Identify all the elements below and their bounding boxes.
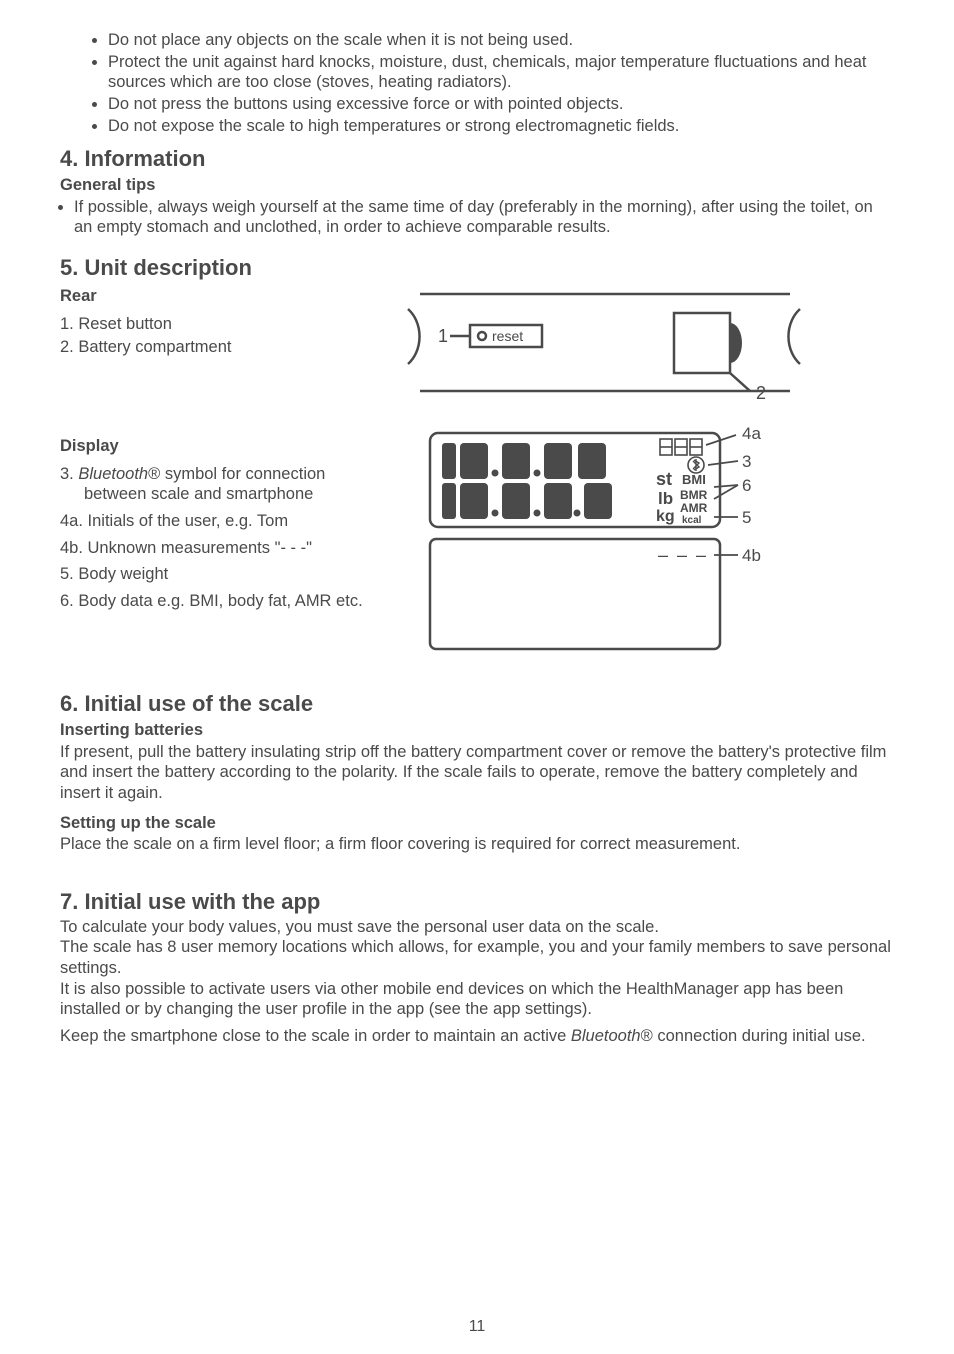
- bullet: Protect the unit against hard knocks, mo…: [108, 52, 894, 93]
- heading-information: 4. Information: [60, 146, 894, 172]
- subhead-rear: Rear: [60, 286, 390, 307]
- heading-initial-use-app: 7. Initial use with the app: [60, 889, 894, 915]
- diag-num-2: 2: [756, 383, 766, 403]
- display-item-3: 3. Bluetooth® symbol for connection betw…: [60, 464, 410, 505]
- app-p2: The scale has 8 user memory locations wh…: [60, 937, 894, 978]
- svg-text:AMR: AMR: [680, 501, 708, 515]
- inserting-batteries-text: If present, pull the battery insulating …: [60, 742, 894, 804]
- bullet: Do not place any objects on the scale wh…: [108, 30, 894, 51]
- subhead-display: Display: [60, 436, 410, 457]
- page-number: 11: [0, 1318, 954, 1336]
- subhead-general-tips: General tips: [60, 175, 894, 196]
- callout-4b: 4b: [742, 546, 761, 565]
- svg-text:lb: lb: [658, 489, 673, 508]
- diag-reset-label: reset: [492, 328, 523, 344]
- bullet: Do not expose the scale to high temperat…: [108, 116, 894, 137]
- setting-up-text: Place the scale on a firm level floor; a…: [60, 834, 894, 855]
- app-p1: To calculate your body values, you must …: [60, 917, 894, 938]
- app-p4: Keep the smartphone close to the scale i…: [60, 1026, 894, 1047]
- svg-text:st: st: [656, 469, 672, 489]
- general-tip: If possible, always weigh yourself at th…: [74, 197, 894, 238]
- svg-text:BMR: BMR: [680, 488, 708, 502]
- subhead-inserting-batteries: Inserting batteries: [60, 720, 894, 741]
- callout-6: 6: [742, 476, 751, 495]
- intro-bullets: Do not place any objects on the scale wh…: [108, 30, 894, 136]
- display-item-6: 6. Body data e.g. BMI, body fat, AMR etc…: [60, 591, 410, 612]
- rear-item-1: 1. Reset button: [60, 314, 390, 335]
- display-diagram: st lb kg BMI BMR AMR kcal – – – 4a: [420, 427, 780, 657]
- svg-text:– – –: – – –: [658, 545, 708, 565]
- display-item-4a: 4a. Initials of the user, e.g. Tom: [60, 511, 410, 532]
- heading-initial-use-scale: 6. Initial use of the scale: [60, 691, 894, 717]
- general-tips-list: If possible, always weigh yourself at th…: [74, 197, 894, 238]
- diag-num-1: 1: [438, 326, 448, 346]
- bullet: Do not press the buttons using excessive…: [108, 94, 894, 115]
- rear-item-2: 2. Battery compartment: [60, 337, 390, 358]
- callout-4a: 4a: [742, 427, 761, 443]
- subhead-setting-up: Setting up the scale: [60, 813, 894, 834]
- display-item-5: 5. Body weight: [60, 564, 410, 585]
- app-p3: It is also possible to activate users vi…: [60, 979, 894, 1020]
- callout-5: 5: [742, 508, 751, 527]
- callout-3: 3: [742, 452, 751, 471]
- display-item-4b: 4b. Unknown measurements "- - -": [60, 538, 410, 559]
- heading-unit-description: 5. Unit description: [60, 255, 894, 281]
- rear-diagram: 1 reset 2: [390, 279, 810, 409]
- svg-text:kg: kg: [656, 508, 675, 525]
- svg-text:kcal: kcal: [682, 515, 702, 526]
- svg-text:BMI: BMI: [682, 472, 706, 487]
